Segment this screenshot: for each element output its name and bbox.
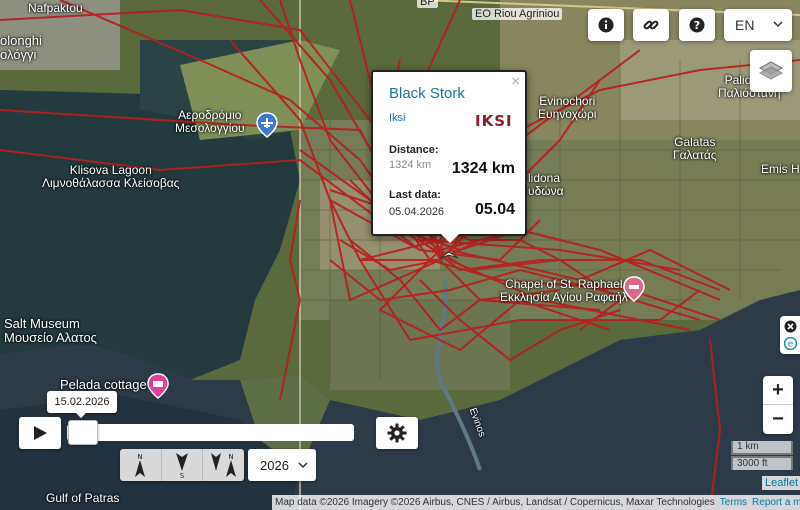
popup-species-name: Black Stork [389,85,465,102]
current-date-tooltip: 15.02.2026 [47,391,117,418]
zoom-in-button[interactable]: + [763,376,793,405]
hotel-pin-icon[interactable] [147,373,169,399]
scale-metric: 1 km [731,441,793,455]
last-data-value: 05.04 [474,201,515,218]
popup-tip [441,234,459,243]
layers-icon [758,61,784,80]
airport-pin-icon[interactable] [256,112,278,138]
settings-button[interactable] [376,417,418,449]
info-icon [598,17,614,33]
place-pelada-cottage: Pelada cottage [60,377,147,392]
scale-imperial: 3000 ft [731,456,793,470]
report-error-link[interactable]: Report a map error [752,497,800,508]
direction-buttons: N S N [120,449,244,481]
distance-label: Distance: [389,144,439,156]
help-icon: ? [689,17,705,33]
distance-value: 1324 km [451,160,515,177]
place-nafpaktos: Nafpaktou [28,1,83,15]
popup-close-button[interactable]: × [511,73,520,90]
zoom-control: + − [763,376,793,434]
e-badge-icon: e [783,337,797,350]
close-circle-icon [784,320,796,333]
road-label: EO Riou Agriniou [472,8,563,20]
language-value: EN [735,17,755,33]
language-select[interactable]: EN [724,9,792,41]
last-data-date: 05.04.2026 [389,206,445,218]
gear-icon [387,423,407,443]
animal-popup: × Black Stork Iksi IKSI Distance: 1324 k… [371,70,527,236]
road-prefix: BP [417,0,438,8]
share-link-button[interactable] [633,9,669,41]
organization-logo: IKSI [475,112,513,130]
svg-text:S: S [180,472,185,479]
play-icon [34,426,47,440]
place-galatas: Galatas Γαλατάς [673,135,717,162]
direction-north-button[interactable]: N [120,449,162,481]
distance-small: 1324 km [389,159,432,171]
place-salt-museum: Salt Museum Μουσείο Αλατος [4,316,97,345]
last-data-label: Last data: [389,189,441,201]
place-airport: Αεροδρόμιο Μεσολογγίου [175,108,245,135]
place-emis: Emis H [761,162,800,176]
zoom-out-button[interactable]: − [763,405,793,434]
leaflet-link[interactable]: Leaflet [762,476,800,490]
link-icon [643,20,659,30]
side-tab[interactable]: e [780,316,800,354]
terms-link[interactable]: Terms [720,497,747,508]
svg-text:N: N [138,453,143,461]
place-klisova-lagoon: Klisova Lagoon Λιμνοθάλασσα Κλείσοβας [42,163,180,190]
direction-both-button[interactable]: N [203,449,244,481]
place-gulf-of-patras: Gulf of Patras [46,491,120,505]
chapel-pin-icon[interactable] [623,276,645,302]
play-button[interactable] [19,417,61,449]
layers-button[interactable] [750,50,792,92]
chevron-down-icon [773,21,783,28]
map-attribution: Map data ©2026 Imagery ©2026 Airbus, CNE… [272,495,800,510]
svg-text:?: ? [694,19,700,32]
place-chapel: Chapel of St. Raphael Εκκλησία Αγίου Ραφα… [500,277,628,304]
timeline-slider[interactable] [67,424,354,441]
compass-south-icon: S [176,453,188,479]
place-lidona: lidona υδώνα [528,171,564,198]
attribution-text: Map data ©2026 Imagery ©2026 Airbus, CNE… [275,497,715,508]
year-value: 2026 [260,457,289,473]
compass-north-icon: N [135,453,146,477]
place-evinochori: Evinochori Ευηνοχώρι [538,94,597,121]
help-button[interactable]: ? [679,9,715,41]
chevron-down-icon [298,462,308,469]
svg-text:e: e [787,340,793,350]
timeline-slider-handle[interactable] [68,420,98,445]
svg-text:N: N [228,453,233,461]
info-button[interactable] [588,9,624,41]
compass-both-icon: N [210,453,236,477]
popup-organization[interactable]: Iksi [389,112,406,124]
direction-south-button[interactable]: S [162,449,204,481]
place-mesolonghi: olonghi ολόγγι [0,33,42,62]
year-select[interactable]: 2026 [248,449,316,481]
